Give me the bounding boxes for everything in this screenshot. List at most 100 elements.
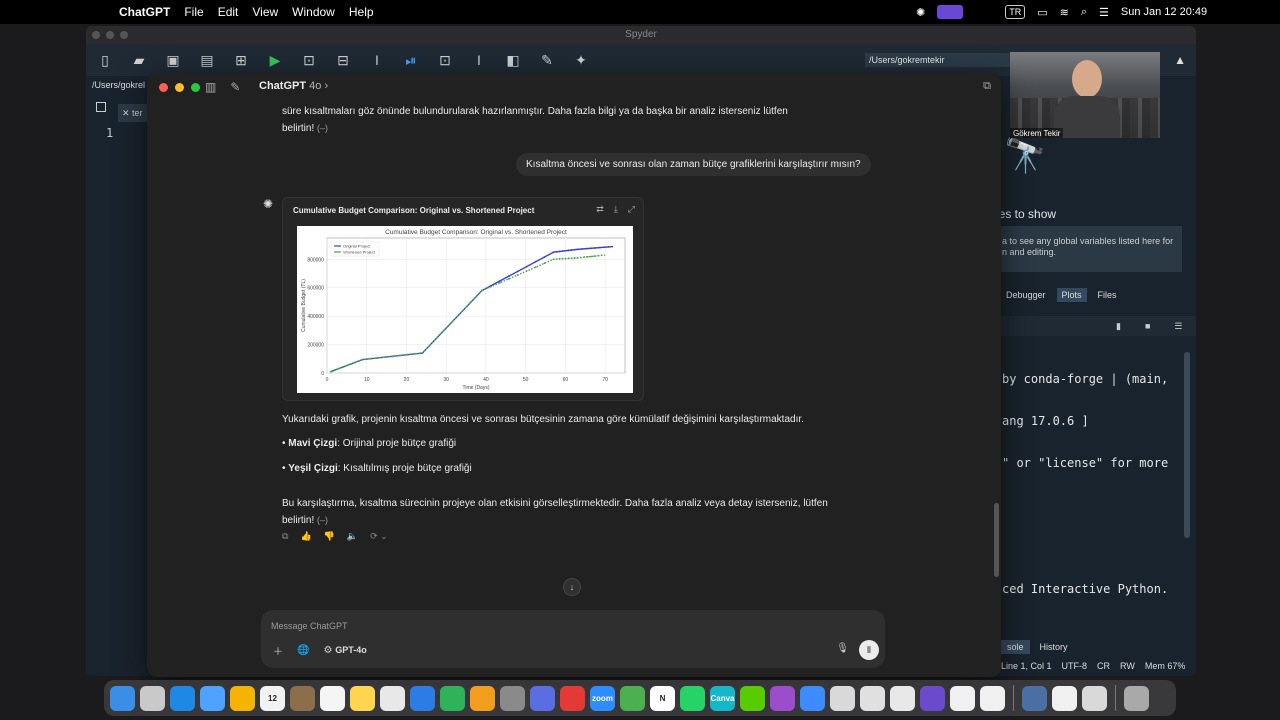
model-chip[interactable]: ⚙ GPT-4o bbox=[323, 645, 366, 656]
ipython-console[interactable]: by conda-forge | (main, ang 17.0.6 ] " o… bbox=[1002, 344, 1168, 624]
menu-window[interactable]: Window bbox=[292, 5, 335, 19]
dock-app-icon[interactable] bbox=[530, 685, 555, 711]
dock-app-icon[interactable] bbox=[140, 685, 165, 711]
dock-app-icon[interactable] bbox=[320, 685, 345, 711]
minimize-icon[interactable] bbox=[106, 31, 114, 39]
dock-app-icon[interactable] bbox=[410, 685, 435, 711]
hamburger-menu-icon[interactable]: ☰ bbox=[1174, 321, 1182, 332]
dock-app-icon[interactable] bbox=[740, 685, 765, 711]
switch-interactive-icon[interactable]: ⇄ bbox=[596, 204, 604, 215]
dock-app-icon[interactable] bbox=[680, 685, 705, 711]
dock-app-icon[interactable] bbox=[890, 685, 915, 711]
python-icon[interactable]: ✦ bbox=[572, 52, 590, 69]
run-selection-icon[interactable]: I bbox=[368, 52, 386, 68]
thumbs-up-icon[interactable]: 👍 bbox=[300, 531, 311, 542]
dock-app-icon[interactable] bbox=[950, 685, 975, 711]
run-cell-advance-icon[interactable]: ⊟ bbox=[334, 52, 352, 69]
dock-app-icon[interactable] bbox=[620, 685, 645, 711]
dock-app-icon[interactable] bbox=[830, 685, 855, 711]
menu-file[interactable]: File bbox=[184, 5, 203, 19]
debug-icon[interactable]: ⏯ bbox=[402, 52, 420, 69]
editor-tab[interactable]: ✕ ter bbox=[118, 104, 148, 122]
scroll-down-button[interactable]: ↓ bbox=[563, 578, 581, 596]
thumbs-down-icon[interactable]: 👎 bbox=[324, 531, 335, 542]
dock-app-icon[interactable] bbox=[920, 685, 945, 711]
save-icon[interactable]: ▣ bbox=[164, 52, 182, 69]
download-icon[interactable]: ⤓ bbox=[614, 204, 618, 215]
menu-edit[interactable]: Edit bbox=[218, 5, 239, 19]
maximize-icon[interactable] bbox=[120, 31, 128, 39]
dock-app-icon[interactable] bbox=[1124, 685, 1149, 711]
dock-app-icon[interactable] bbox=[1022, 685, 1047, 711]
dock-app-icon[interactable] bbox=[1082, 685, 1107, 711]
close-window-icon[interactable] bbox=[159, 83, 168, 92]
menu-view[interactable]: View bbox=[252, 5, 278, 19]
screen-record-icon[interactable] bbox=[937, 5, 964, 19]
sidebar-toggle-icon[interactable]: ▥ bbox=[205, 80, 216, 94]
new-file-icon[interactable]: ▯ bbox=[96, 52, 114, 69]
tab-plots[interactable]: Plots bbox=[1056, 288, 1087, 302]
dock-app-icon[interactable] bbox=[380, 685, 405, 711]
dock-app-icon[interactable] bbox=[230, 685, 255, 711]
dock-app-icon[interactable]: 12 bbox=[260, 685, 285, 711]
battery-icon[interactable]: ▭ bbox=[1037, 6, 1047, 19]
run-icon[interactable]: ▶ bbox=[266, 52, 284, 69]
globe-icon[interactable]: 🌐 bbox=[297, 645, 309, 656]
open-folder-icon[interactable]: ▰ bbox=[130, 52, 148, 69]
dock-app-icon[interactable] bbox=[860, 685, 885, 711]
minimize-window-icon[interactable] bbox=[175, 83, 184, 92]
control-center-icon[interactable]: ☰ bbox=[1099, 6, 1109, 19]
tab-debugger[interactable]: Debugger bbox=[1001, 288, 1051, 302]
chatgpt-tray-icon[interactable]: ✺ bbox=[916, 6, 925, 19]
chart-card[interactable]: Cumulative Budget Comparison: Original v… bbox=[282, 197, 644, 401]
dock-app-icon[interactable] bbox=[470, 685, 495, 711]
run-cell-icon[interactable]: ⊡ bbox=[300, 52, 318, 69]
read-aloud-icon[interactable]: 🔈 bbox=[347, 531, 358, 542]
wifi-icon[interactable]: ≋ bbox=[1060, 6, 1069, 19]
new-chat-icon[interactable]: ✎ bbox=[230, 80, 240, 94]
dock-app-icon[interactable]: zoom bbox=[590, 685, 615, 711]
save-all-icon[interactable]: ▤ bbox=[198, 52, 216, 69]
working-directory-input[interactable]: /Users/gokremtekir bbox=[865, 53, 1015, 67]
debug-cell-icon[interactable]: ⊡ bbox=[436, 52, 454, 69]
zoom-window-icon[interactable] bbox=[191, 83, 200, 92]
attach-plus-icon[interactable]: ＋ bbox=[273, 643, 283, 658]
voice-mode-button[interactable]: ⦀ bbox=[859, 640, 879, 660]
dock-app-icon[interactable] bbox=[290, 685, 315, 711]
dock-app-icon[interactable] bbox=[980, 685, 1005, 711]
parent-directory-icon[interactable]: ▲ bbox=[1174, 53, 1186, 67]
menu-clock[interactable]: Sun Jan 12 20:49 bbox=[1121, 6, 1207, 18]
new-window-icon[interactable]: ⧉ bbox=[983, 80, 991, 93]
microphone-icon[interactable]: 🎙 bbox=[836, 643, 849, 654]
dock-app-icon[interactable] bbox=[770, 685, 795, 711]
dock-app-icon[interactable] bbox=[200, 685, 225, 711]
stop-icon[interactable]: ■ bbox=[1145, 321, 1150, 332]
close-icon[interactable] bbox=[92, 31, 100, 39]
regenerate-icon[interactable]: ⟳ ⌄ bbox=[370, 531, 388, 542]
editor-browse-icon[interactable] bbox=[96, 102, 106, 112]
menu-app-name[interactable]: ChatGPT bbox=[119, 5, 170, 19]
dock-app-icon[interactable]: Canva bbox=[710, 685, 735, 711]
tab-files[interactable]: Files bbox=[1093, 288, 1122, 302]
maximize-pane-icon[interactable]: ◧ bbox=[504, 52, 522, 69]
menu-help[interactable]: Help bbox=[349, 5, 374, 19]
chat-scrollbar[interactable] bbox=[994, 503, 999, 577]
wrench-icon[interactable]: ✎ bbox=[538, 52, 556, 69]
debug-selection-icon[interactable]: I bbox=[470, 52, 488, 68]
input-source-indicator[interactable]: TR bbox=[1005, 5, 1026, 19]
citation-icon[interactable]: (–) bbox=[317, 123, 328, 133]
dock-app-icon[interactable] bbox=[110, 685, 135, 711]
message-input[interactable] bbox=[271, 618, 791, 634]
dock-app-icon[interactable] bbox=[170, 685, 195, 711]
model-selector[interactable]: ChatGPT 4o › bbox=[259, 80, 328, 92]
console-scrollbar[interactable] bbox=[1184, 352, 1190, 538]
dock-app-icon[interactable]: N bbox=[650, 685, 675, 711]
expand-icon[interactable]: ⤢ bbox=[628, 204, 635, 215]
tab-history[interactable]: History bbox=[1034, 640, 1074, 654]
clipboard-icon[interactable]: ▮ bbox=[1116, 321, 1121, 332]
citation-icon[interactable]: (–) bbox=[317, 515, 328, 525]
tab-console[interactable]: sole bbox=[1001, 640, 1030, 654]
dock-app-icon[interactable] bbox=[500, 685, 525, 711]
dock-app-icon[interactable] bbox=[560, 685, 585, 711]
dock-app-icon[interactable] bbox=[440, 685, 465, 711]
